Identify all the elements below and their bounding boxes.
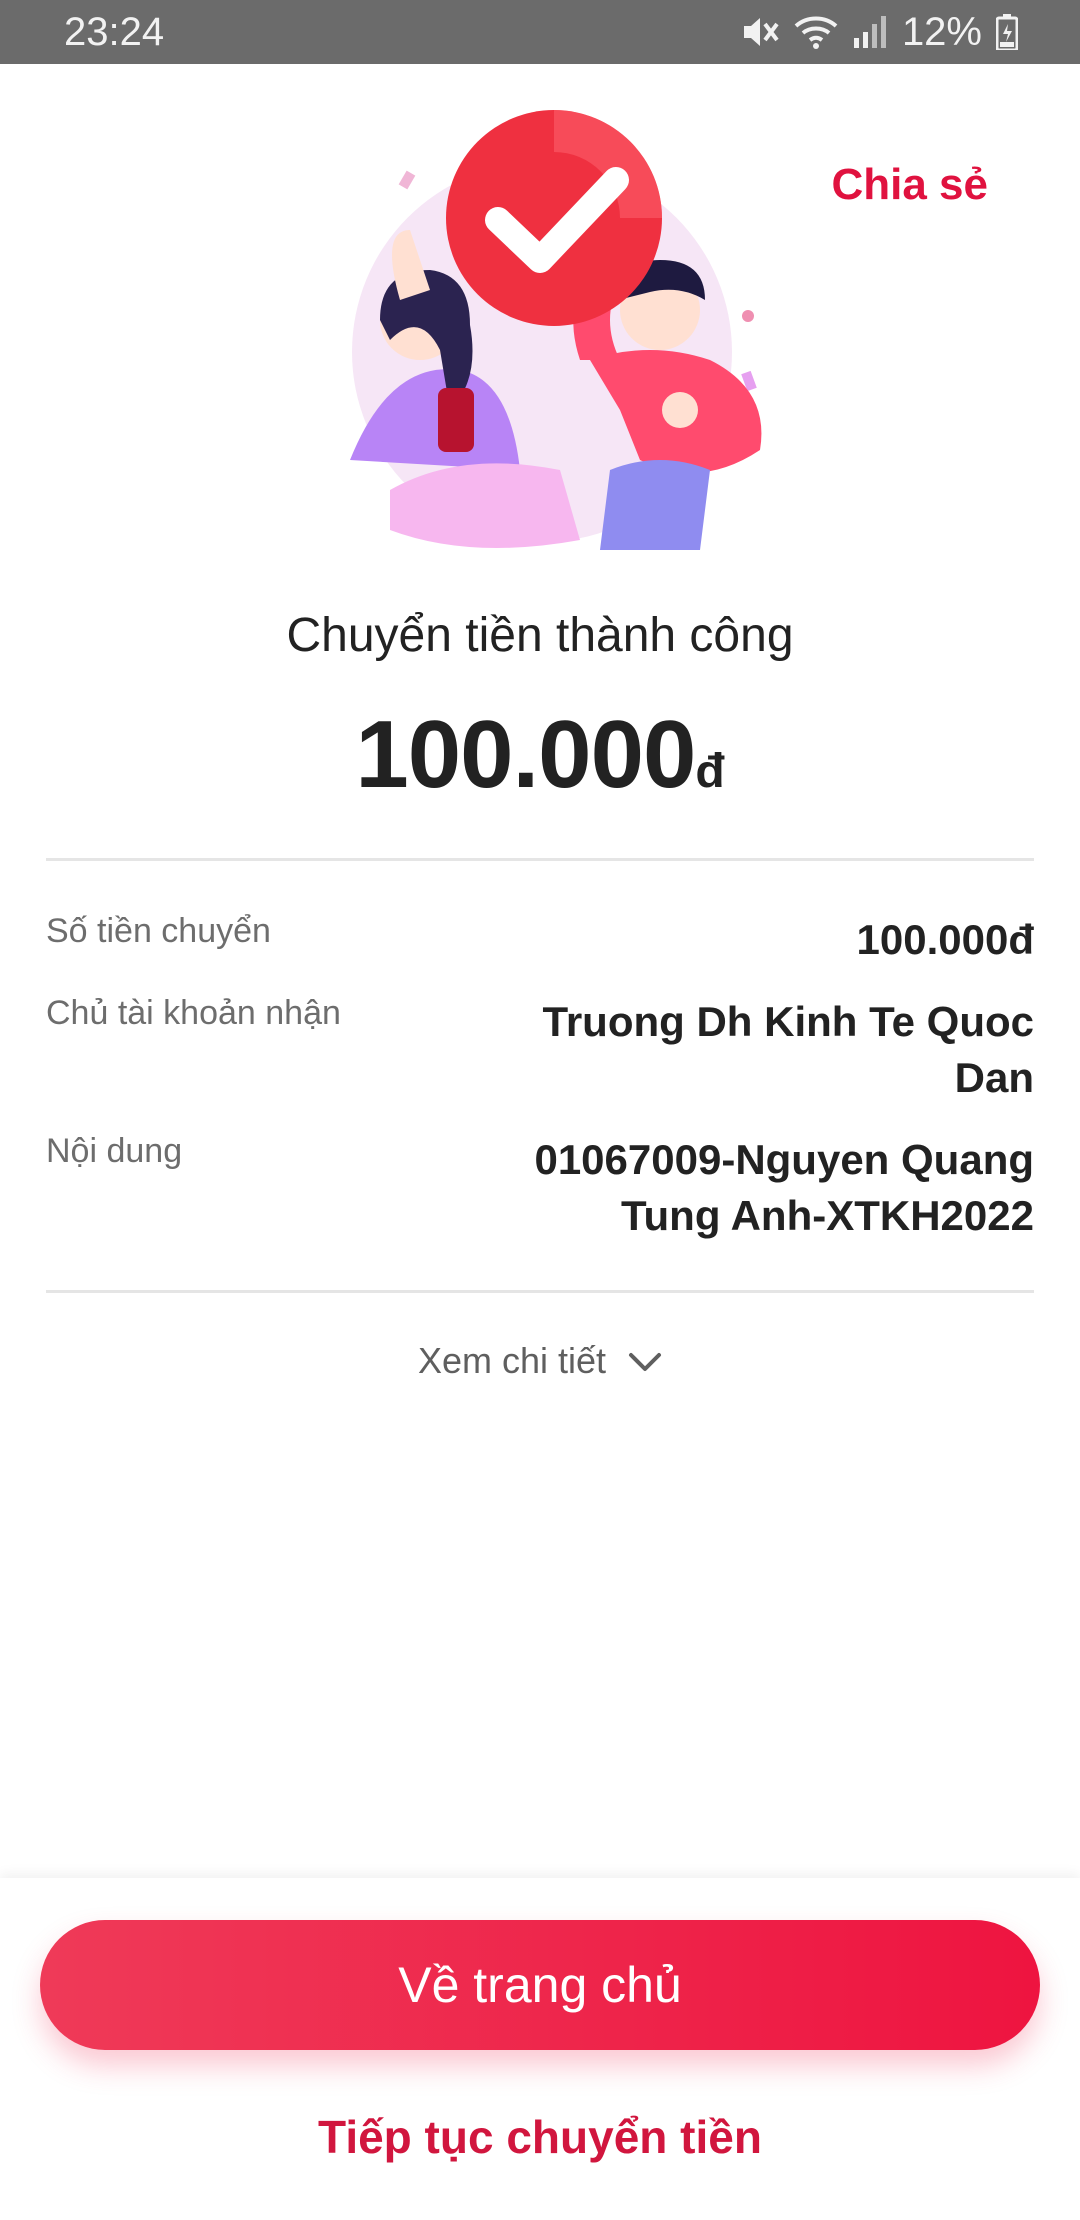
divider-bottom <box>46 1290 1034 1293</box>
status-icons: 12% <box>740 10 1018 54</box>
battery-percent: 12% <box>901 10 982 54</box>
detail-label: Số tiền chuyển <box>46 912 271 950</box>
home-button[interactable]: Về trang chủ <box>40 1920 1040 2050</box>
signal-icon <box>852 14 888 50</box>
detail-value: Truong Dh Kinh Te Quoc Dan <box>542 998 1034 1101</box>
detail-row-content: Nội dung 01067009-Nguyen Quang Tung Anh-… <box>46 1132 1034 1252</box>
divider-top <box>46 858 1034 861</box>
detail-value: 01067009-Nguyen Quang Tung Anh-XTKH2022 <box>534 1136 1034 1239</box>
share-link[interactable]: Chia sẻ <box>831 160 988 210</box>
continue-transfer-link[interactable]: Tiếp tục chuyển tiền <box>0 2110 1080 2164</box>
amount-currency: đ <box>695 745 725 798</box>
view-details-label: Xem chi tiết <box>417 1340 607 1381</box>
detail-row-amount: Số tiền chuyển 100.000đ <box>46 912 1034 972</box>
battery-icon <box>996 14 1018 50</box>
detail-value: 100.000đ <box>856 916 1034 963</box>
result-title: Chuyển tiền thành công <box>286 609 794 662</box>
success-illustration <box>320 110 780 570</box>
detail-row-recipient: Chủ tài khoản nhận Truong Dh Kinh Te Quo… <box>46 994 1034 1114</box>
status-time: 23:24 <box>64 10 165 54</box>
detail-label: Chủ tài khoản nhận <box>46 994 341 1032</box>
wifi-icon <box>794 14 838 50</box>
chevron-down-icon <box>628 1340 662 1382</box>
status-bar: 23:24 12% <box>0 0 1080 64</box>
amount-value: 100.000 <box>355 701 696 808</box>
view-details-toggle[interactable]: Xem chi tiết <box>0 1340 1080 1382</box>
transfer-amount: 100.000đ <box>0 700 1080 810</box>
mute-icon <box>740 14 780 50</box>
bottom-action-bar: Về trang chủ Tiếp tục chuyển tiền <box>0 1878 1080 2220</box>
detail-label: Nội dung <box>46 1132 183 1170</box>
